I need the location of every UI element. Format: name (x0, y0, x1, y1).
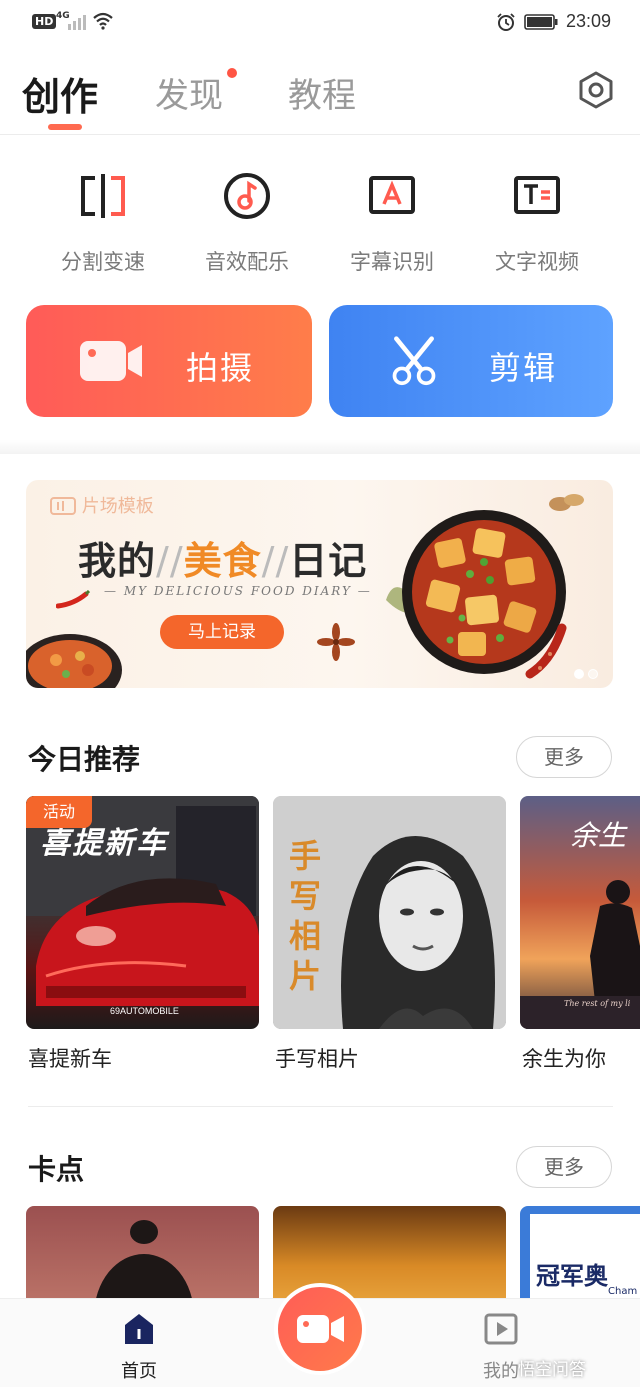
music-note-icon (224, 173, 270, 219)
subtitle-recognition-icon (369, 176, 415, 214)
section-divider (28, 1106, 613, 1107)
split-speed-icon (81, 174, 125, 218)
header-divider (0, 134, 640, 135)
video-camera-icon (80, 341, 142, 381)
beat-more-button[interactable]: 更多 (516, 1146, 612, 1188)
banner-subtitle: — MY DELICIOUS FOOD DIARY — (104, 584, 372, 598)
svg-text:69AUTOMOBILE: 69AUTOMOBILE (110, 1006, 179, 1016)
tool-label: 分割变速 (61, 250, 145, 274)
card-overlay-title: 手写相片 (289, 837, 322, 995)
peppercorns-icon (549, 494, 584, 511)
card-new-car[interactable]: 69AUTOMOBILE 喜提新车 活动 (26, 796, 259, 1029)
wifi-icon (93, 12, 113, 30)
tab-discover[interactable]: 发现 (155, 68, 223, 117)
shoot-button[interactable]: 拍摄 (26, 305, 312, 417)
dried-chili-icon (525, 623, 567, 679)
alarm-icon (497, 13, 515, 31)
banner-title: 我的//美食//日记 (78, 539, 368, 583)
text-video-icon (514, 176, 560, 214)
tool-text-video[interactable]: 文字视频 (472, 170, 602, 276)
status-bar: HD 4G 23:09 (0, 0, 640, 44)
event-badge: 活动 (26, 796, 92, 828)
svg-text:The rest of my li: The rest of my li (564, 999, 631, 1008)
tool-subtitle-recognition[interactable]: 字幕识别 (327, 170, 457, 276)
signal-icon (68, 15, 86, 30)
app-screen: HD 4G 23:09 创作 发现 教程 分割变速 音效配乐 字幕识别 文字视频… (0, 0, 640, 1387)
card-label: 喜提新车 (28, 1047, 112, 1071)
record-now-button[interactable]: 马上记录 (160, 615, 284, 649)
tool-label: 字幕识别 (350, 250, 434, 274)
tool-sound-effects[interactable]: 音效配乐 (182, 170, 312, 276)
home-icon (125, 1314, 153, 1344)
scissors-icon (392, 336, 436, 386)
card-label: 余生为你 (522, 1047, 606, 1071)
tab-tutorial[interactable]: 教程 (288, 68, 356, 117)
edit-label: 剪辑 (489, 349, 558, 387)
star-anise-icon (317, 623, 355, 661)
tab-create[interactable]: 创作 (22, 66, 98, 121)
section-separator (0, 440, 640, 454)
battery-icon (524, 14, 558, 30)
tool-label: 音效配乐 (205, 250, 289, 274)
clock: 23:09 (566, 11, 612, 31)
settings-icon[interactable] (576, 70, 616, 110)
card-rest-of-life[interactable]: The rest of my li 余生 (520, 796, 640, 1029)
banner-pagination (570, 664, 598, 683)
today-section-title: 今日推荐 (28, 743, 141, 776)
video-camera-icon (297, 1315, 344, 1343)
today-more-button[interactable]: 更多 (516, 736, 612, 778)
banner-tag: 片场模板 (50, 492, 154, 518)
card-label: 手写相片 (275, 1047, 359, 1071)
watermark: 悟空问答 (518, 1360, 586, 1380)
video-frame-icon (50, 497, 76, 515)
tool-label: 文字视频 (495, 250, 579, 274)
template-banner[interactable]: 片场模板 我的//美食//日记 — MY DELICIOUS FOOD DIAR… (26, 480, 613, 688)
nav-home[interactable]: 首页 (94, 1311, 184, 1383)
notification-dot (227, 68, 237, 78)
small-dish-illustration (26, 634, 122, 688)
active-tab-indicator (48, 124, 82, 130)
card-handwritten-photo[interactable]: 手写相片 (273, 796, 506, 1029)
edit-button[interactable]: 剪辑 (329, 305, 613, 417)
record-fab-button[interactable] (274, 1283, 366, 1375)
beat-section-title: 卡点 (28, 1153, 85, 1186)
card-overlay-title: 冠军奥 (536, 1262, 608, 1290)
video-library-icon (484, 1313, 518, 1345)
chili-pepper-icon (56, 590, 90, 609)
tool-split-speed[interactable]: 分割变速 (38, 170, 168, 276)
shoot-label: 拍摄 (186, 349, 255, 387)
card-overlay-title: 余生 (570, 819, 627, 852)
hd-indicator: HD (32, 14, 57, 29)
